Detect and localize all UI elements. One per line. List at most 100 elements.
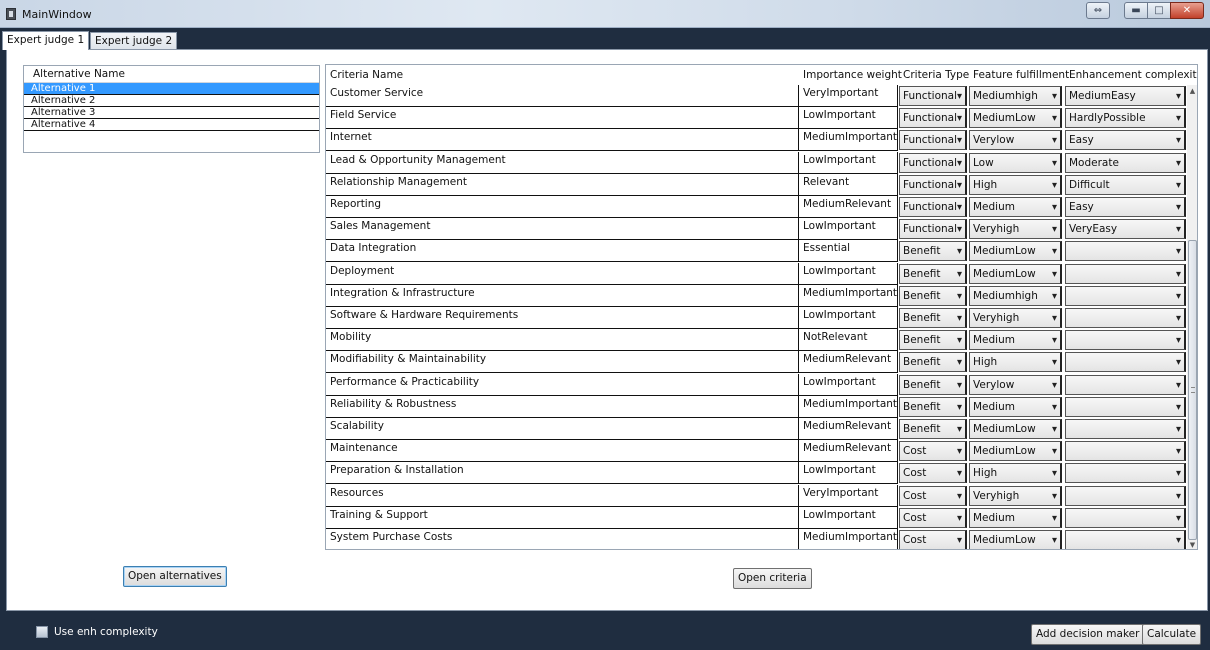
enhancement-complexity-dropdown[interactable]	[1065, 285, 1186, 306]
criteria-type-dropdown[interactable]: Benefit	[899, 308, 967, 328]
enhancement-complexity-dropdown[interactable]	[1065, 441, 1186, 462]
importance-weight-cell[interactable]: MediumImportant	[799, 129, 898, 152]
importance-weight-cell[interactable]: MediumImportant	[799, 284, 898, 307]
criteria-type-dropdown[interactable]: Benefit	[899, 330, 967, 351]
enhancement-complexity-dropdown[interactable]	[1065, 330, 1186, 351]
criteria-name-cell[interactable]: Lead & Opportunity Management	[326, 151, 799, 174]
importance-weight-cell[interactable]: MediumImportant	[799, 395, 898, 418]
criteria-name-cell[interactable]: Resources	[326, 484, 799, 507]
enhancement-complexity-dropdown[interactable]: Moderate	[1065, 152, 1186, 173]
feature-fulfillment-dropdown[interactable]: Veryhigh	[969, 308, 1062, 328]
scroll-down-icon[interactable]: ▼	[1187, 539, 1197, 549]
enhancement-complexity-dropdown[interactable]	[1065, 419, 1186, 439]
criteria-name-cell[interactable]: Reliability & Robustness	[326, 395, 799, 418]
feature-fulfillment-dropdown[interactable]: MediumLow	[969, 419, 1062, 439]
criteria-type-dropdown[interactable]: Benefit	[899, 419, 967, 439]
enhancement-complexity-dropdown[interactable]: Easy	[1065, 130, 1186, 151]
alternative-row[interactable]: Alternative 2	[24, 95, 319, 107]
criteria-name-cell[interactable]: Reporting	[326, 196, 799, 218]
enhancement-complexity-dropdown[interactable]	[1065, 485, 1186, 506]
criteria-scrollbar[interactable]: ▲ ▼	[1187, 85, 1197, 549]
enhancement-complexity-dropdown[interactable]: VeryEasy	[1065, 219, 1186, 240]
enhancement-complexity-dropdown[interactable]: Easy	[1065, 197, 1186, 217]
criteria-name-cell[interactable]: Software & Hardware Requirements	[326, 307, 799, 329]
feature-fulfillment-dropdown[interactable]: Veryhigh	[969, 485, 1062, 506]
importance-weight-cell[interactable]: MediumRelevant	[799, 440, 898, 463]
enhancement-complexity-dropdown[interactable]	[1065, 374, 1186, 395]
header-criteria-name[interactable]: Criteria Name	[326, 65, 403, 85]
criteria-type-dropdown[interactable]: Benefit	[899, 396, 967, 417]
criteria-type-dropdown[interactable]: Benefit	[899, 352, 967, 373]
criteria-name-cell[interactable]: Performance & Practicability	[326, 373, 799, 396]
tab-expert-judge-2[interactable]: Expert judge 2	[90, 32, 178, 50]
enhancement-complexity-dropdown[interactable]	[1065, 263, 1186, 284]
feature-fulfillment-dropdown[interactable]: High	[969, 174, 1062, 195]
importance-weight-cell[interactable]: MediumImportant	[799, 529, 898, 549]
criteria-type-dropdown[interactable]: Benefit	[899, 285, 967, 306]
enhancement-complexity-dropdown[interactable]	[1065, 396, 1186, 417]
criteria-type-dropdown[interactable]: Benefit	[899, 374, 967, 395]
feature-fulfillment-dropdown[interactable]: Medium	[969, 396, 1062, 417]
criteria-type-dropdown[interactable]: Functional	[899, 86, 967, 106]
enhancement-complexity-dropdown[interactable]	[1065, 241, 1186, 262]
criteria-name-cell[interactable]: Preparation & Installation	[326, 462, 799, 485]
criteria-type-dropdown[interactable]: Functional	[899, 197, 967, 217]
importance-weight-cell[interactable]: LowImportant	[799, 151, 898, 174]
enhancement-complexity-dropdown[interactable]	[1065, 507, 1186, 528]
criteria-type-dropdown[interactable]: Functional	[899, 219, 967, 240]
restore-icon[interactable]: ⇔	[1086, 2, 1110, 19]
enhancement-complexity-dropdown[interactable]: Difficult	[1065, 174, 1186, 195]
criteria-type-dropdown[interactable]: Cost	[899, 507, 967, 528]
criteria-name-cell[interactable]: Internet	[326, 129, 799, 152]
criteria-name-cell[interactable]: Training & Support	[326, 506, 799, 529]
importance-weight-cell[interactable]: LowImportant	[799, 373, 898, 396]
criteria-name-cell[interactable]: Mobility	[326, 329, 799, 352]
open-criteria-button[interactable]: Open criteria	[733, 568, 812, 589]
criteria-type-dropdown[interactable]: Cost	[899, 463, 967, 484]
importance-weight-cell[interactable]: Relevant	[799, 173, 898, 196]
importance-weight-cell[interactable]: LowImportant	[799, 107, 898, 130]
importance-weight-cell[interactable]: VeryImportant	[799, 484, 898, 507]
criteria-type-dropdown[interactable]: Functional	[899, 130, 967, 151]
criteria-name-cell[interactable]: Customer Service	[326, 85, 799, 107]
feature-fulfillment-dropdown[interactable]: Veryhigh	[969, 219, 1062, 240]
feature-fulfillment-dropdown[interactable]: Verylow	[969, 130, 1062, 151]
feature-fulfillment-dropdown[interactable]: Mediumhigh	[969, 86, 1062, 106]
importance-weight-cell[interactable]: VeryImportant	[799, 85, 898, 107]
enhancement-complexity-dropdown[interactable]	[1065, 352, 1186, 373]
criteria-type-dropdown[interactable]: Cost	[899, 441, 967, 462]
feature-fulfillment-dropdown[interactable]: MediumLow	[969, 441, 1062, 462]
criteria-name-cell[interactable]: Maintenance	[326, 440, 799, 463]
maximize-button[interactable]: □	[1147, 2, 1171, 19]
scroll-up-icon[interactable]: ▲	[1187, 85, 1197, 97]
use-enh-complexity-option[interactable]: Use enh complexity	[36, 626, 158, 638]
minimize-button[interactable]: ▬	[1124, 2, 1148, 19]
add-decision-maker-button[interactable]: Add decision maker	[1031, 624, 1145, 645]
criteria-type-dropdown[interactable]: Functional	[899, 108, 967, 129]
enhancement-complexity-dropdown[interactable]	[1065, 530, 1186, 549]
criteria-name-cell[interactable]: Modifiability & Maintainability	[326, 351, 799, 374]
importance-weight-cell[interactable]: MediumRelevant	[799, 418, 898, 440]
criteria-name-cell[interactable]: System Purchase Costs	[326, 529, 799, 549]
criteria-name-cell[interactable]: Scalability	[326, 418, 799, 440]
feature-fulfillment-dropdown[interactable]: Mediumhigh	[969, 285, 1062, 306]
header-feature-fulfillment[interactable]: Feature fulfillment	[969, 65, 1069, 85]
enhancement-complexity-dropdown[interactable]: HardlyPossible	[1065, 108, 1186, 129]
header-criteria-type[interactable]: Criteria Type	[899, 65, 969, 85]
feature-fulfillment-dropdown[interactable]: MediumLow	[969, 530, 1062, 549]
importance-weight-cell[interactable]: MediumRelevant	[799, 196, 898, 218]
header-enhancement-complexity[interactable]: Enhancement complexity	[1065, 65, 1197, 85]
criteria-name-cell[interactable]: Sales Management	[326, 218, 799, 241]
enhancement-complexity-dropdown[interactable]	[1065, 308, 1186, 328]
enhancement-complexity-dropdown[interactable]	[1065, 463, 1186, 484]
feature-fulfillment-dropdown[interactable]: High	[969, 463, 1062, 484]
open-alternatives-button[interactable]: Open alternatives	[123, 566, 227, 587]
alternatives-header[interactable]: Alternative Name	[24, 66, 319, 83]
tab-expert-judge-1[interactable]: Expert judge 1	[2, 31, 90, 50]
alternative-row[interactable]: Alternative 4	[24, 119, 319, 131]
criteria-type-dropdown[interactable]: Cost	[899, 530, 967, 549]
importance-weight-cell[interactable]: LowImportant	[799, 462, 898, 485]
header-importance-weight[interactable]: Importance weight	[799, 65, 902, 85]
criteria-type-dropdown[interactable]: Cost	[899, 485, 967, 506]
use-enh-complexity-checkbox[interactable]	[36, 626, 48, 638]
